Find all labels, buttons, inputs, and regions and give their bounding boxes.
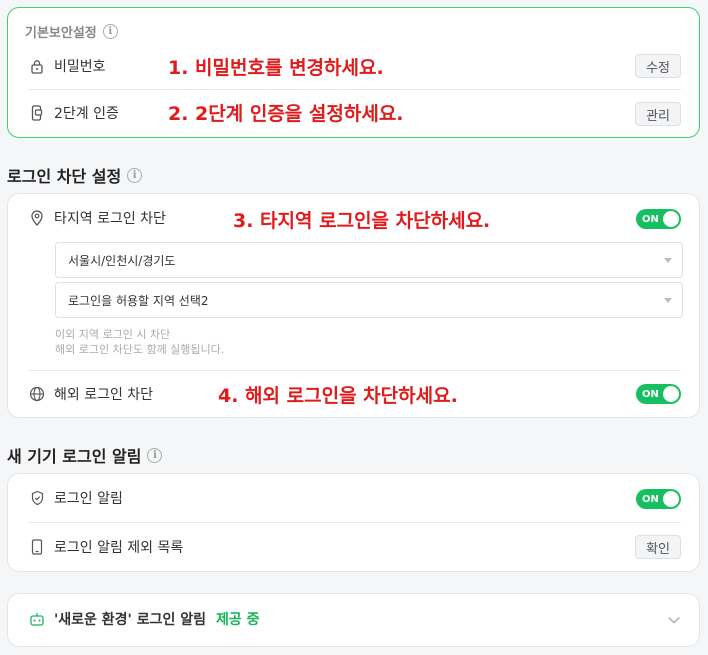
lock-icon	[28, 57, 46, 75]
divider	[28, 522, 681, 523]
login-block-card: 타지역 로그인 차단 3. 타지역 로그인을 차단하세요. ON 서울시/인천시…	[7, 193, 700, 418]
toggle-knob	[663, 491, 679, 507]
chevron-down-icon[interactable]	[667, 613, 681, 629]
annotation-3: 3. 타지역 로그인을 차단하세요.	[233, 210, 491, 232]
login-alert-row: 로그인 알림	[28, 486, 681, 510]
exclude-list-button[interactable]: 확인	[635, 535, 681, 559]
new-environment-card[interactable]: '새로운 환경' 로그인 알림 제공 중	[7, 593, 700, 647]
info-icon[interactable]: i	[127, 167, 143, 183]
exclude-list-row: 로그인 알림 제외 목록	[28, 535, 681, 559]
toggle-knob	[663, 211, 679, 227]
phone-lock-icon	[28, 104, 46, 122]
twofactor-label: 2단계 인증	[54, 106, 119, 122]
login-alert-label: 로그인 알림	[54, 491, 123, 507]
divider	[28, 89, 681, 90]
annotation-1: 1. 비밀번호를 변경하세요.	[168, 57, 384, 79]
region-block-label: 타지역 로그인 차단	[54, 211, 166, 227]
info-icon[interactable]: i	[147, 447, 163, 463]
region-select-2[interactable]: 로그인을 허용할 지역 선택2	[55, 282, 683, 318]
twofactor-manage-button[interactable]: 관리	[635, 102, 681, 126]
password-edit-button[interactable]: 수정	[635, 54, 681, 78]
new-device-card: 로그인 알림 ON 로그인 알림 제외 목록 확인	[7, 473, 700, 572]
region-select-1[interactable]: 서울시/인천시/경기도	[55, 242, 683, 278]
location-pin-icon	[28, 209, 46, 227]
login-block-title: 로그인 차단 설정 i	[7, 163, 143, 187]
exclude-list-label: 로그인 알림 제외 목록	[54, 540, 184, 556]
info-icon[interactable]: i	[102, 24, 118, 39]
globe-icon	[28, 385, 46, 403]
annotation-2: 2. 2단계 인증을 설정하세요.	[168, 103, 404, 125]
login-alert-toggle[interactable]: ON	[636, 489, 681, 509]
new-environment-row: '새로운 환경' 로그인 알림 제공 중	[28, 607, 681, 631]
shield-alert-icon	[28, 489, 46, 507]
divider	[28, 370, 681, 371]
password-label: 비밀번호	[54, 59, 106, 75]
annotation-4: 4. 해외 로그인을 차단하세요.	[218, 385, 458, 407]
basic-security-card: 기본보안설정 i 비밀번호 1. 비밀번호를 변경하세요. 수정 2단계 인증 …	[7, 7, 700, 138]
overseas-block-toggle[interactable]: ON	[636, 384, 681, 404]
new-device-title: 새 기기 로그인 알림 i	[7, 443, 163, 467]
overseas-block-label: 해외 로그인 차단	[54, 387, 154, 403]
region-block-toggle[interactable]: ON	[636, 209, 681, 229]
robot-icon	[28, 610, 46, 628]
new-environment-label: '새로운 환경' 로그인 알림	[54, 612, 206, 628]
phone-icon	[28, 538, 46, 556]
chevron-down-icon	[664, 298, 672, 303]
toggle-knob	[663, 386, 679, 402]
chevron-down-icon	[664, 258, 672, 263]
new-environment-status: 제공 중	[216, 612, 260, 628]
region-hint: 이외 지역 로그인 시 차단 해외 로그인 차단도 함께 실행됩니다.	[55, 328, 225, 356]
basic-security-title: 기본보안설정 i	[25, 22, 118, 41]
